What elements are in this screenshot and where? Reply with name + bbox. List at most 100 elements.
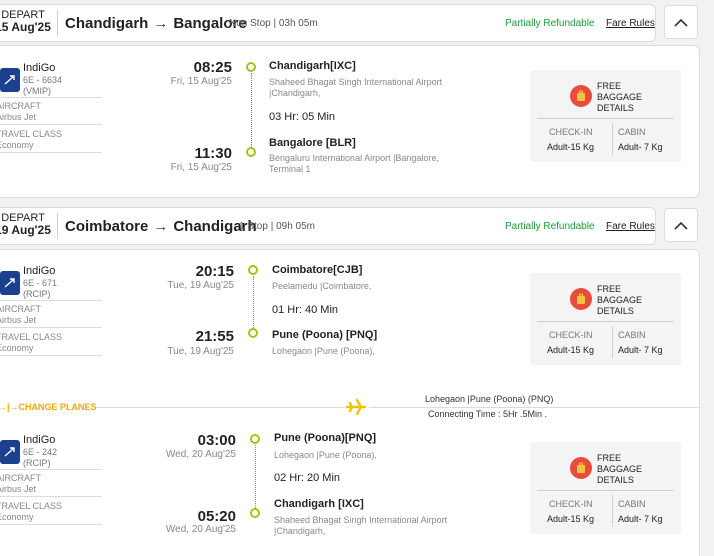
luggage-icon	[570, 85, 592, 107]
arrival-time: 05:20	[197, 508, 236, 525]
depart-date: 15 Aug'25	[0, 20, 51, 34]
divider	[0, 300, 102, 301]
luggage-icon	[570, 457, 592, 479]
divider	[537, 118, 674, 119]
travel-class-value: Economy	[0, 512, 34, 522]
arrival-airport: Bangalore [BLR]	[269, 137, 356, 149]
journey-2-fare-rules-link[interactable]: Fare Rules	[606, 221, 655, 232]
divider	[537, 490, 674, 491]
chevron-up-icon	[674, 18, 688, 27]
departure-time: 08:25	[193, 59, 232, 76]
baggage-title: FREE BAGGAGE DETAILS	[597, 453, 643, 485]
journey-2-stop-info: 1 Stop | 09h 05m	[239, 221, 315, 232]
from-city: Coimbatore	[65, 218, 149, 235]
from-city: Chandigarh	[65, 15, 149, 32]
departure-airport-detail: Shaheed Bhagat Singh International Airpo…	[269, 77, 443, 98]
divider	[537, 321, 674, 322]
divider	[0, 355, 102, 356]
change-planes-label: →|→CHANGE PLANES	[0, 402, 97, 412]
journey-1-collapse-button[interactable]	[664, 5, 698, 39]
checkin-value: Adult-15 Kg	[547, 142, 595, 152]
divider	[0, 327, 102, 328]
cabin-value: Adult- 7 Kg	[618, 142, 663, 152]
cabin-value: Adult- 7 Kg	[618, 514, 663, 524]
checkin-label: CHECK-IN	[549, 330, 593, 340]
cabin-value: Adult- 7 Kg	[618, 345, 663, 355]
airline-name: IndiGo	[23, 434, 56, 446]
baggage-title: FREE BAGGAGE DETAILS	[597, 284, 643, 316]
checkin-value: Adult-15 Kg	[547, 514, 595, 524]
checkin-label: CHECK-IN	[549, 499, 593, 509]
flight-number: 6E - 242	[23, 447, 58, 457]
aircraft-label: AIRCRAFT	[0, 101, 41, 111]
arrival-date: Tue, 19 Aug'25	[167, 346, 234, 357]
arrival-point-icon	[248, 328, 258, 338]
chevron-up-icon	[674, 221, 688, 230]
journey-1-refund-status: Partially Refundable	[505, 18, 595, 29]
journey-2-route: Coimbatore → Chandigarh	[65, 218, 257, 235]
flight-duration: 03 Hr: 05 Min	[269, 111, 336, 123]
departure-time: 20:15	[195, 263, 234, 280]
arrival-time: 21:55	[195, 328, 234, 345]
flight-number: 6E - 6634	[23, 75, 63, 85]
airline-logo-icon	[0, 271, 20, 295]
route-line	[255, 445, 256, 508]
airline-logo-icon	[0, 440, 20, 464]
travel-class-label: TRAVEL CLASS	[0, 501, 63, 511]
journey-1-fare-rules-link[interactable]: Fare Rules	[606, 18, 655, 29]
travel-class-value: Economy	[0, 343, 34, 353]
route-line	[251, 73, 252, 147]
cabin-label: CABIN	[618, 499, 646, 509]
journey-2-depart-label: DEPART 19 Aug'25	[0, 212, 52, 236]
arrival-date: Fri, 15 Aug'25	[170, 162, 232, 173]
journey-1-stop-info: Non Stop | 03h 05m	[229, 18, 318, 29]
airplane-icon	[345, 398, 369, 418]
header-divider	[57, 213, 58, 239]
aircraft-value: Airbus Jet	[0, 315, 37, 325]
airline-name: IndiGo	[23, 265, 56, 277]
arrival-airport: Pune (Poona) [PNQ]	[272, 329, 378, 341]
travel-class-label: TRAVEL CLASS	[0, 129, 63, 139]
journey-2-collapse-button[interactable]	[664, 208, 698, 242]
flight-number: 6E - 671	[23, 278, 58, 288]
checkin-value: Adult-15 Kg	[547, 345, 595, 355]
cabin-label: CABIN	[618, 330, 646, 340]
aircraft-code: (VMIP)	[23, 86, 51, 96]
baggage-title: FREE BAGGAGE DETAILS	[597, 81, 643, 113]
checkin-label: CHECK-IN	[549, 127, 593, 137]
change-planes-text: CHANGE PLANES	[18, 402, 97, 412]
flight-duration: 02 Hr: 20 Min	[274, 472, 341, 484]
divider	[0, 152, 102, 153]
airline-name: IndiGo	[23, 62, 56, 74]
arrival-airport: Chandigarh [IXC]	[274, 498, 364, 510]
departure-point-icon	[250, 434, 260, 444]
travel-class-label: TRAVEL CLASS	[0, 332, 63, 342]
depart-date: 19 Aug'25	[0, 223, 51, 237]
aircraft-value: Airbus Jet	[0, 112, 37, 122]
divider	[612, 123, 613, 155]
departure-airport: Coimbatore[CJB]	[272, 264, 363, 276]
journey-1-route: Chandigarh → Bangalore	[65, 15, 247, 32]
cabin-label: CABIN	[618, 127, 646, 137]
journey-1-depart-label: DEPART 15 Aug'25	[0, 9, 52, 33]
aircraft-code: (RCIP)	[23, 289, 51, 299]
route-arrow-icon: →	[153, 15, 169, 32]
luggage-icon	[570, 288, 592, 310]
change-planes-line	[96, 407, 700, 408]
header-divider	[57, 10, 58, 36]
connecting-time: Connecting Time : 5Hr .5Min .	[428, 409, 548, 419]
departure-airport: Chandigarh[IXC]	[269, 60, 356, 72]
divider	[612, 495, 613, 527]
travel-class-value: Economy	[0, 140, 34, 150]
arrival-time: 11:30	[194, 145, 232, 162]
divider	[0, 524, 102, 525]
divider	[0, 496, 102, 497]
journey-2-refund-status: Partially Refundable	[505, 221, 595, 232]
airline-logo-icon	[0, 68, 20, 92]
departure-airport: Pune (Poona)[PNQ]	[274, 432, 377, 444]
aircraft-value: Airbus Jet	[0, 484, 37, 494]
departure-point-icon	[246, 62, 256, 72]
departure-airport-detail: Lohegaon |Pune (Poona),	[274, 450, 377, 460]
arrival-airport-detail: Lohegaon |Pune (Poona),	[272, 346, 375, 356]
departure-date: Fri, 15 Aug'25	[170, 76, 232, 87]
